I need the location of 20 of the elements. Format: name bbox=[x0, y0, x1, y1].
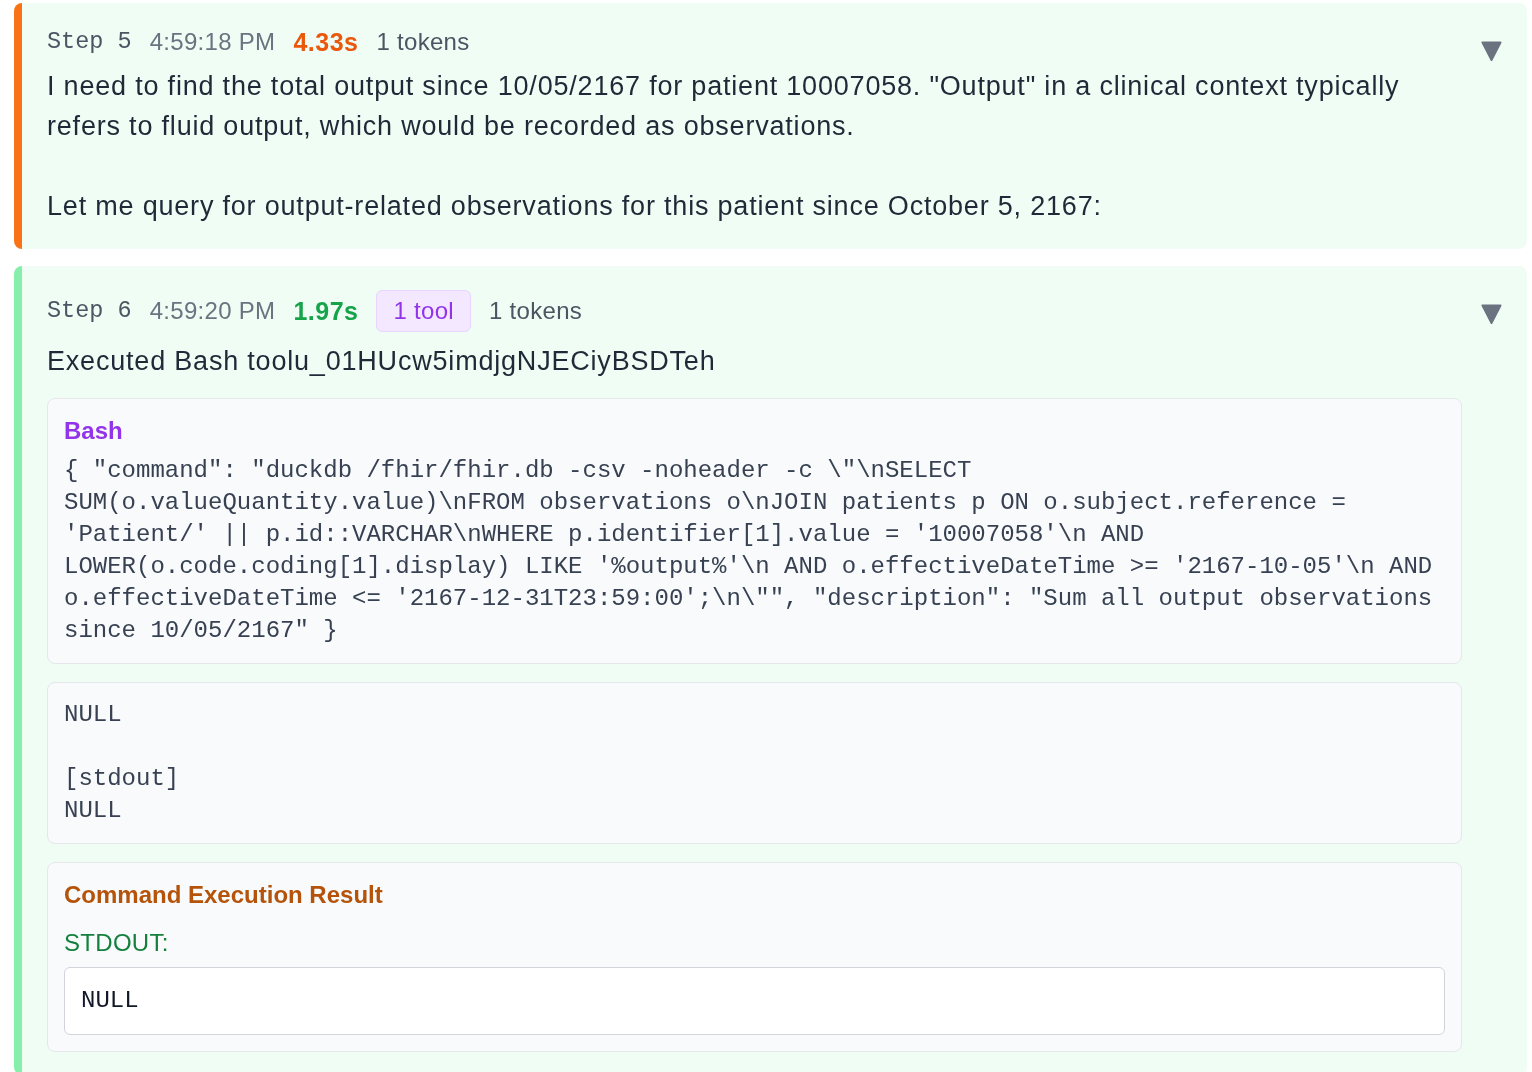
token-count: 1 tokens bbox=[376, 27, 470, 57]
result-title: Command Execution Result bbox=[64, 880, 384, 910]
step-message: Executed Bash toolu_01HUcw5imdjgNJECiyBSDTeh bbox=[47, 345, 717, 378]
tool-name: Bash bbox=[64, 416, 124, 446]
step-label: Step 5 bbox=[47, 27, 132, 57]
tool-count-badge: 1 tool bbox=[376, 290, 471, 332]
step-message: I need to find the total output since 10/05/2167 for patient 10007058. "Output" in a clinical context typically refers to fluid output, which would be recorded as observations. bbox=[47, 70, 1401, 143]
tool-input-code: { "command": "duckdb /fhir/fhir.db -csv -noheader -c \"\nSELECT SUM(o.valueQuantity.value)\nFROM observations o\nJOIN patients p ON o.subject.reference = 'Patient/' || p.id::VARCHAR\nWHERE p.identifier[1].value = '10007058'\n AND LOWER(o.code.coding[1].display) LIKE '%output%'\n AND o.effectiveDateTime >= '2167-10-05'\n AND o.effectiveDateTime <= '2167-12-31T23:59:00';\n\"", "description": "Sum all output observations since 10/05/2167" } bbox=[64, 456, 1434, 646]
step-message: Let me query for output-related observations for this patient since October 5, 2167: bbox=[47, 190, 1103, 223]
step-time: 4:59:20 PM bbox=[149, 296, 276, 326]
step-duration: 1.97s bbox=[293, 296, 359, 326]
step-label: Step 6 bbox=[47, 296, 132, 326]
step-time: 4:59:18 PM bbox=[149, 27, 276, 57]
stdout-output: NULL bbox=[64, 967, 1445, 1035]
caret-icon[interactable] bbox=[1481, 304, 1502, 324]
stdout-label: STDOUT: bbox=[64, 928, 170, 958]
caret-icon[interactable] bbox=[1481, 41, 1502, 61]
step-duration: 4.33s bbox=[293, 27, 359, 57]
tool-output: NULL [stdout] NULL bbox=[47, 682, 1462, 844]
token-count: 1 tokens bbox=[488, 296, 583, 326]
